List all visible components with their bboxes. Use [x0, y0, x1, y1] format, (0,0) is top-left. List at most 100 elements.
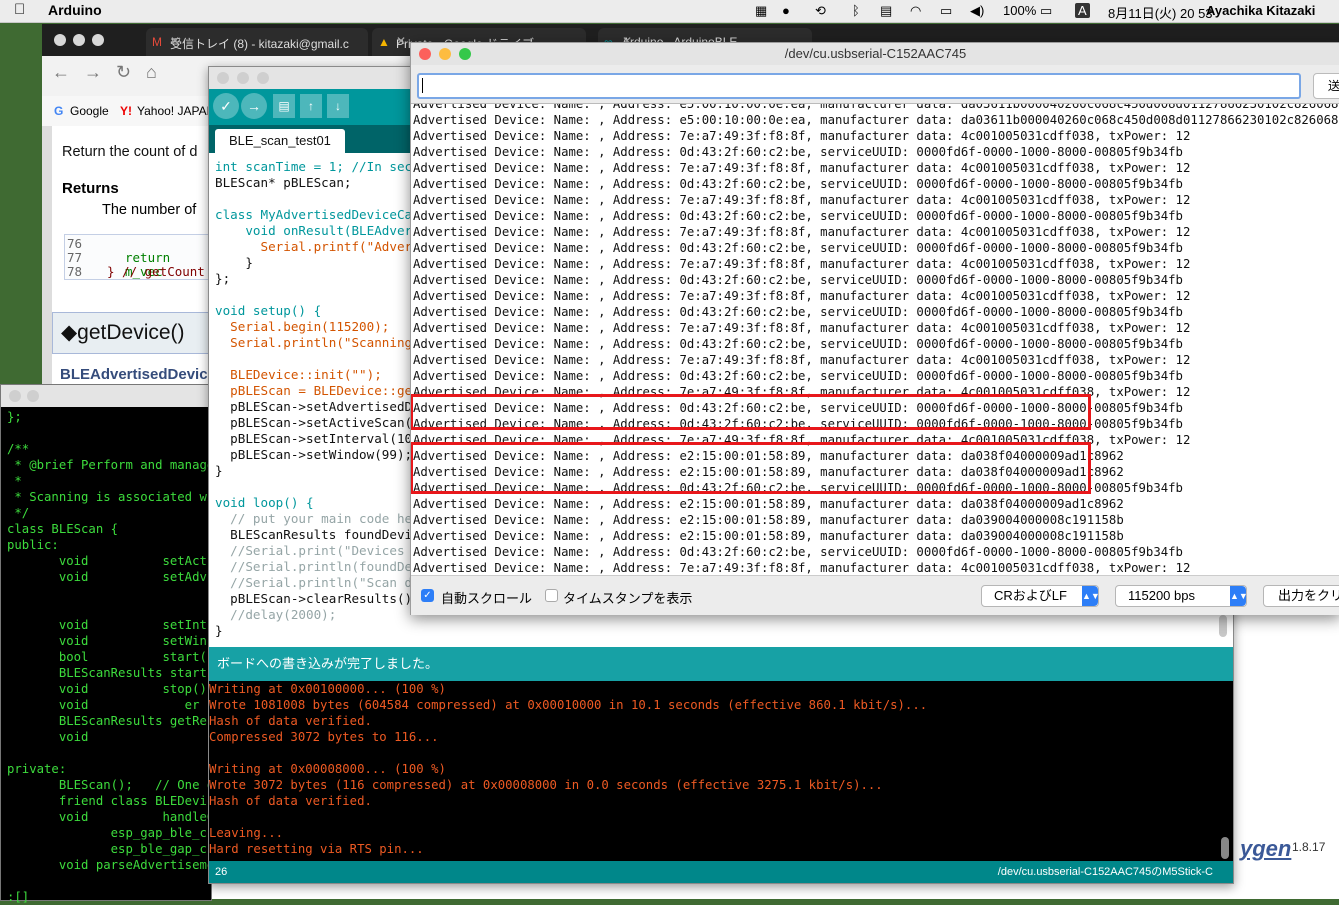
line-ending-value: CRおよびLF [994, 588, 1067, 603]
input-mode-indicator[interactable]: A [1075, 3, 1090, 18]
user-name[interactable]: Ayachika Kitazaki [1206, 3, 1315, 18]
time-machine-icon[interactable]: ⟲ [815, 3, 826, 19]
forward-icon[interactable]: → [84, 62, 102, 83]
baud-rate-select[interactable]: 115200 bps ▲▼ [1115, 585, 1248, 607]
terminal-text[interactable]: }; /** * @brief Perform and manage * * S… [7, 409, 222, 905]
apple-menu-icon[interactable]:  [14, 1, 25, 18]
terminal-line: void setInt [7, 618, 207, 632]
doxygen-page: Return the count of d Returns The number… [52, 130, 220, 390]
upload-icon[interactable]: → [241, 93, 267, 119]
open-sketch-icon[interactable]: ↑ [300, 94, 322, 118]
serial-window-title: /dev/cu.usbserial-C152AAC745 [784, 46, 967, 61]
highlight-box [411, 442, 1091, 494]
returns-text: The number of [102, 202, 197, 218]
serial-line: Advertised Device: Name: , Address: 7e:a… [413, 353, 1191, 367]
close-window-button[interactable] [54, 34, 66, 46]
minimize-window-button[interactable] [237, 72, 249, 84]
close-tab-icon[interactable]: ✕ [170, 34, 362, 48]
keyboard-icon[interactable]: ▤ [880, 3, 892, 19]
zoom-window-button[interactable] [459, 48, 471, 60]
close-window-button[interactable] [217, 72, 229, 84]
line-number-indicator: 26 [215, 866, 228, 878]
bookmark-google[interactable]: Google [70, 104, 109, 118]
minimize-window-button[interactable] [439, 48, 451, 60]
drive-icon: ▲ [378, 35, 390, 49]
timestamp-checkbox[interactable] [545, 589, 558, 602]
reload-icon[interactable]: ↻ [116, 62, 131, 83]
app-menu-name[interactable]: Arduino [48, 2, 102, 18]
status-text: ボードへの書き込みが完了しました。 [217, 656, 439, 671]
chevron-updown-icon: ▲▼ [1230, 586, 1248, 606]
back-icon[interactable]: ← [52, 62, 70, 83]
zoom-window-button[interactable] [92, 34, 104, 46]
terminal-line: /** [7, 442, 30, 456]
verify-icon[interactable]: ✓ [213, 93, 239, 119]
chevron-updown-icon: ▲▼ [1082, 586, 1100, 606]
console-scrollbar[interactable] [1221, 837, 1229, 859]
menubar-clock[interactable]: 8月11日(火) 20 53 [1108, 3, 1213, 22]
highlight-box [411, 394, 1091, 430]
close-window-button[interactable] [9, 390, 21, 402]
google-icon: G [54, 104, 64, 118]
close-window-button[interactable] [419, 48, 431, 60]
page-sidebar [42, 126, 52, 426]
editor-scrollbar[interactable] [1219, 615, 1227, 637]
minimize-window-button[interactable] [27, 390, 39, 402]
serial-bottom-bar: ✓ 自動スクロール タイムスタンプを表示 CRおよびLF ▲▼ 115200 b… [411, 575, 1339, 615]
qr-icon[interactable]: ▦ [755, 3, 767, 19]
terminal-window: }; /** * @brief Perform and manage * * S… [0, 384, 222, 904]
save-sketch-icon[interactable]: ↓ [327, 94, 349, 118]
terminal-line: void setAct [7, 554, 207, 568]
doc-page-right: ygen 1.8.17 [1232, 604, 1339, 899]
code-line: } // getCount [107, 264, 205, 279]
battery-icon[interactable]: ▭ [1040, 3, 1052, 19]
console-line: Wrote 1081008 bytes (604584 compressed) … [209, 698, 928, 712]
minimize-window-button[interactable] [73, 34, 85, 46]
terminal-line: friend class BLEDevic [7, 794, 215, 808]
browser-tab-gmail[interactable]: M 受信トレイ (8) - kitazaki@gmail.c ✕ [146, 28, 368, 56]
terminal-line: * [7, 474, 22, 488]
output-console[interactable]: Writing at 0x00100000... (100 %) Wrote 10… [209, 681, 1233, 861]
terminal-line: void stop() [7, 682, 207, 696]
bluetooth-icon[interactable]: ᛒ [852, 3, 860, 18]
terminal-line: BLEScanResults getRes [7, 714, 215, 728]
clear-output-button[interactable]: 出力をクリ [1263, 585, 1339, 607]
tab-sketch-file[interactable]: BLE_scan_test01 [215, 129, 345, 153]
serial-send-input[interactable] [417, 73, 1301, 99]
line-ending-select[interactable]: CRおよびLF ▲▼ [981, 585, 1100, 607]
serial-line: Advertised Device: Name: , Address: 0d:4… [413, 241, 1183, 255]
serial-line: Advertised Device: Name: , Address: 7e:a… [413, 321, 1191, 335]
console-line: Compressed 3072 bytes to 116... [209, 730, 439, 744]
serial-output[interactable]: Advertised Device: Name: , Address: e5:0… [411, 103, 1339, 614]
terminal-line: }; [7, 410, 22, 424]
code-fragment: 76 77 78 return m_vec } // getCount [64, 234, 214, 280]
gmail-icon: M [152, 35, 162, 49]
console-line: Writing at 0x00100000... (100 %) [209, 682, 446, 696]
terminal-line: void parseAdvertiseme [7, 858, 215, 872]
bookmark-yahoo[interactable]: Yahoo! JAPAN [137, 104, 215, 118]
console-line: Writing at 0x00008000... (100 %) [209, 762, 446, 776]
serial-line: Advertised Device: Name: , Address: 0d:4… [413, 177, 1183, 191]
baud-rate-value: 115200 bps [1128, 588, 1195, 603]
upload-status-bar: ボードへの書き込みが完了しました。 [209, 647, 1233, 681]
wifi-icon[interactable]: ◠ [910, 3, 921, 19]
zoom-window-button[interactable] [257, 72, 269, 84]
send-button[interactable]: 送 [1313, 73, 1339, 99]
text-cursor [422, 78, 423, 93]
new-sketch-icon[interactable]: ▤ [273, 94, 295, 118]
serial-line: Advertised Device: Name: , Address: 7e:a… [413, 289, 1191, 303]
autoscroll-checkbox[interactable]: ✓ [421, 589, 434, 602]
serial-line: Advertised Device: Name: , Address: 7e:a… [413, 561, 1191, 575]
terminal-line: void er [7, 698, 200, 712]
code-line: } [215, 623, 223, 638]
airplay-icon[interactable]: ▭ [940, 3, 952, 19]
home-icon[interactable]: ⌂ [146, 62, 157, 83]
volume-icon[interactable]: ◀) [970, 3, 984, 19]
chat-icon[interactable]: ● [782, 3, 790, 18]
returns-heading: Returns [62, 180, 119, 197]
serial-title-bar: /dev/cu.usbserial-C152AAC745 [411, 43, 1339, 65]
doxygen-logo[interactable]: ygen [1240, 836, 1291, 862]
